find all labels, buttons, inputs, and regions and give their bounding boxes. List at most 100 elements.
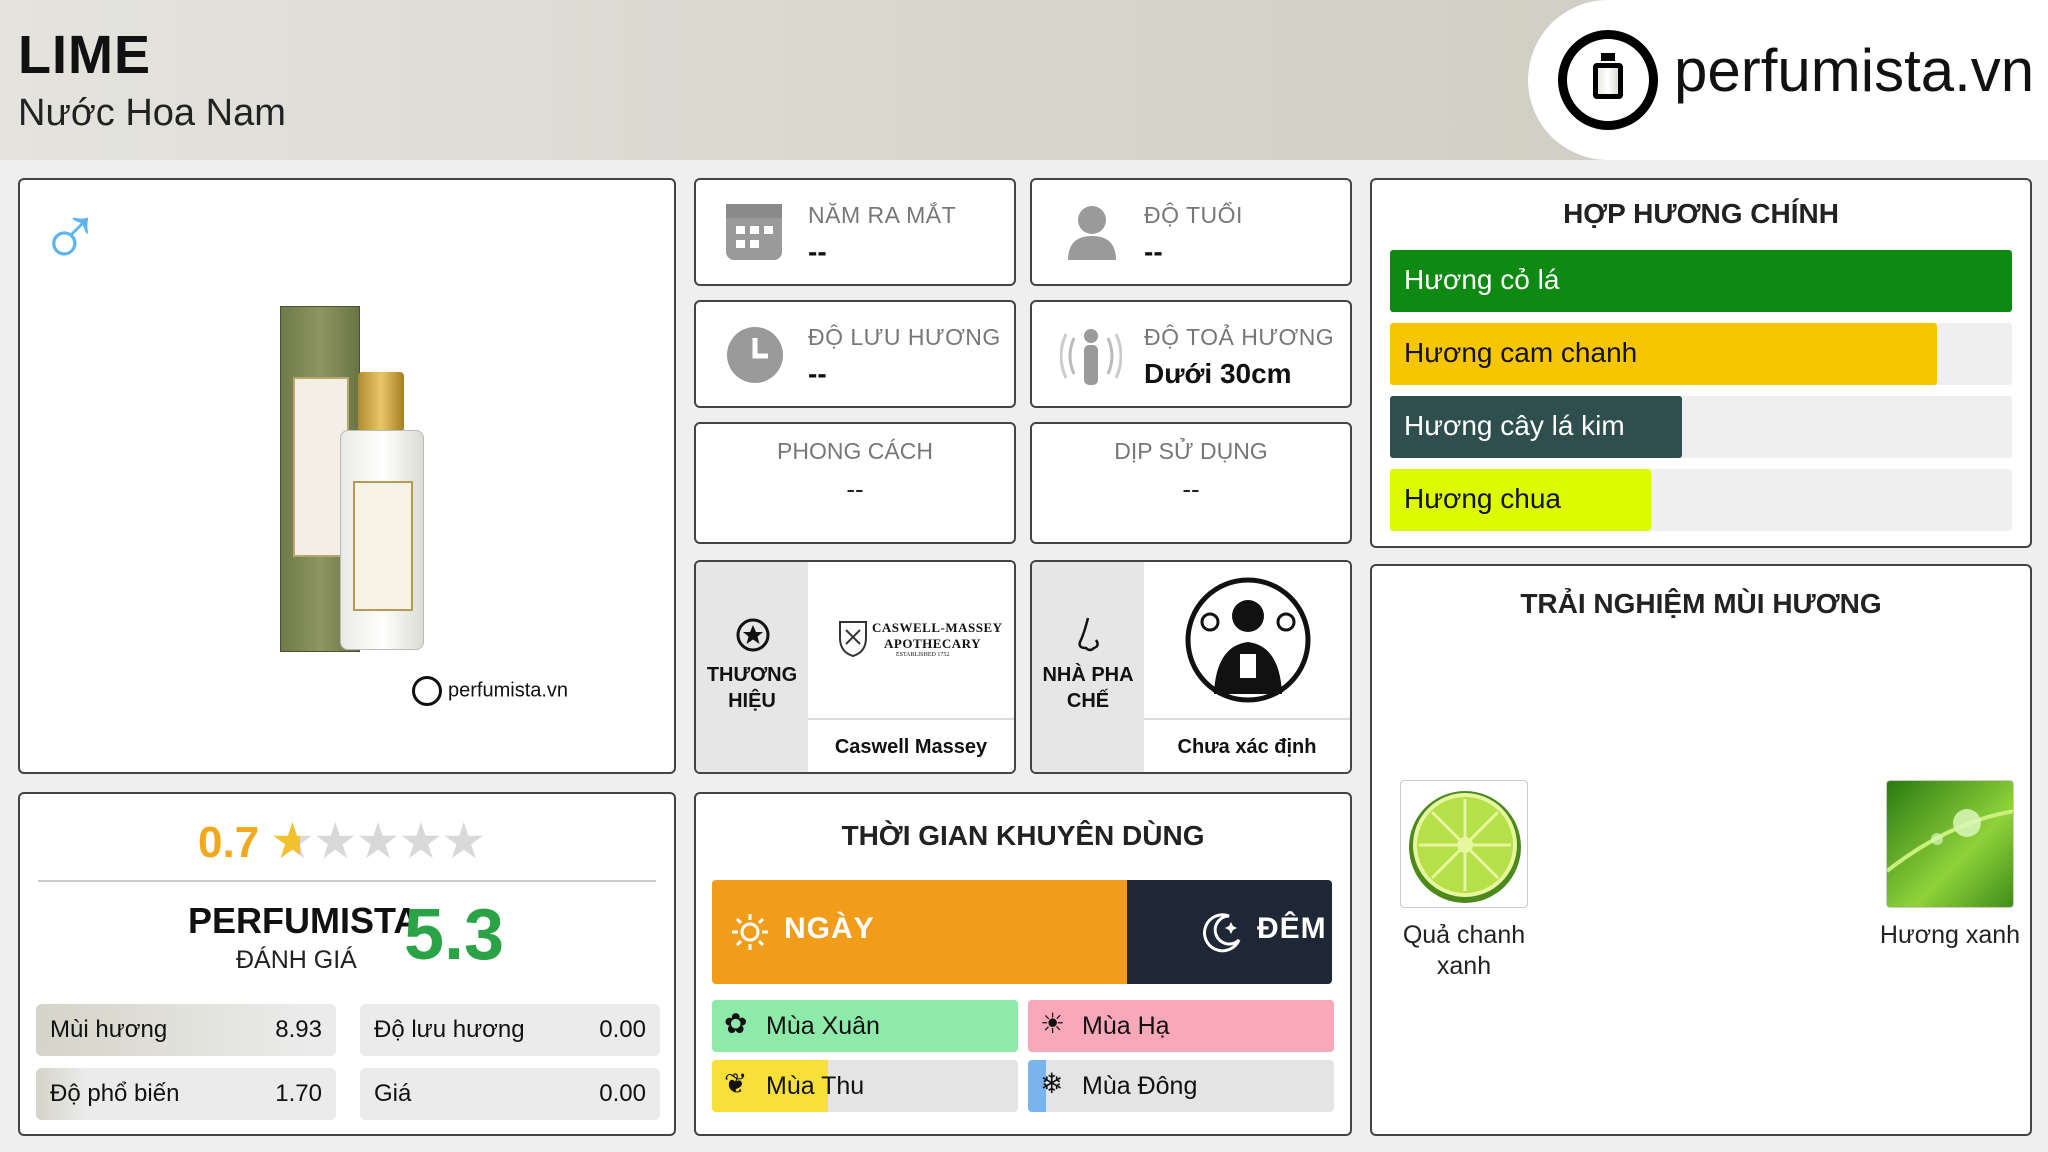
green-leaf-image[interactable]: [1886, 780, 2014, 908]
rating-metric-value: 0.00: [599, 1016, 646, 1043]
watermark-logo-icon: [412, 676, 442, 706]
sillage-label: ĐỘ TOẢ HƯƠNG: [1144, 324, 1335, 350]
scent-experience-card: TRẢI NGHIỆM MÙI HƯƠNG Quả chanh xanh Hươ…: [1370, 564, 2032, 1136]
rating-metric-value: 0.00: [599, 1080, 646, 1107]
star-icon[interactable]: ★: [356, 813, 401, 869]
moon-icon: [1199, 910, 1243, 954]
accords-title: HỢP HƯƠNG CHÍNH: [1563, 198, 1839, 229]
product-title: LIME: [18, 25, 151, 85]
rating-metric-value: 1.70: [275, 1080, 322, 1107]
accord-bar: Hương chua: [1390, 469, 2012, 531]
season-bar: ✿ Mùa Xuân: [712, 1000, 1018, 1052]
brand-crest-icon: [836, 618, 870, 658]
brand-logo-line1: CASWELL-MASSEY: [872, 620, 1003, 635]
launch-year-label: NĂM RA MẮT: [808, 202, 957, 228]
sun-icon: [730, 912, 770, 952]
season-bar-fill: [1028, 1000, 1334, 1052]
day-segment: NGÀY: [712, 880, 1127, 984]
rating-metric: Mùi hương 8.93: [36, 1004, 336, 1056]
age-value: --: [1144, 236, 1163, 267]
brand-label: THƯƠNG HIỆU: [696, 662, 808, 714]
season-bar: ☀ Mùa Hạ: [1028, 1000, 1334, 1052]
brand-logo-line3: ESTABLISHED 1752: [896, 652, 950, 658]
bottle-image: [340, 430, 424, 650]
brand-name[interactable]: Caswell Massey: [808, 718, 1014, 772]
occasion-value: --: [1182, 474, 1200, 504]
launch-year-value: --: [808, 236, 827, 267]
site-logo[interactable]: perfumista.vn: [1528, 0, 2048, 160]
perfumer-label: NHÀ PHA CHẾ: [1032, 662, 1144, 714]
brand-label-line1: THƯƠNG: [706, 664, 798, 686]
user-rating-score: 0.7: [198, 818, 260, 867]
night-segment: ĐÊM: [1127, 880, 1332, 984]
rating-metric-name: Mùi hương: [50, 1016, 168, 1043]
time-title: THỜI GIAN KHUYÊN DÙNG: [841, 820, 1205, 851]
lime-label-line1: Quả chanh: [1402, 921, 1526, 949]
snowflake-icon: ❄: [1040, 1068, 1064, 1099]
rating-metric-value: 8.93: [275, 1016, 322, 1043]
recommended-time-card: THỜI GIAN KHUYÊN DÙNG NGÀY ĐÊM ✿ Mùa Xuân…: [694, 792, 1352, 1136]
sillage-value: Dưới 30cm: [1144, 358, 1292, 389]
brand-logo-image: CASWELL-MASSEY APOTHECARY ESTABLISHED 17…: [808, 562, 1014, 720]
day-label: NGÀY: [784, 912, 875, 945]
season-bar: ❦ Mùa Thu: [712, 1060, 1018, 1112]
person-icon: [1064, 202, 1120, 262]
age-tile: ĐỘ TUỔI --: [1030, 178, 1352, 286]
experience-title: TRẢI NGHIỆM MÙI HƯƠNG: [1520, 588, 1882, 619]
star-icon[interactable]: ★: [270, 813, 315, 869]
calendar-icon: [726, 204, 782, 260]
rating-metric-name: Độ lưu hương: [374, 1016, 525, 1043]
header-bar: LIME Nước Hoa Nam perfumista.vn: [0, 0, 2048, 160]
perfumer-label-line1: NHÀ PHA: [1042, 664, 1134, 686]
perfumer-name[interactable]: Chưa xác định: [1144, 718, 1350, 772]
main-accords-card: HỢP HƯƠNG CHÍNH Hương cỏ lá Hương cam cha…: [1370, 178, 2032, 548]
watermark-text: perfumista.vn: [448, 679, 569, 702]
longevity-value: --: [808, 358, 827, 389]
sillage-person-icon: [1059, 322, 1123, 388]
brand-logo-line2: APOTHECARY: [884, 636, 981, 651]
rating-card: 0.7 ★★★★★ PERFUMISTA ĐÁNH GIÁ 5.3 Mùi hư…: [18, 792, 676, 1136]
brand-tile[interactable]: THƯƠNG HIỆU CASWELL-MASSEY APOTHECARY ES…: [694, 560, 1016, 774]
style-label: PHONG CÁCH: [777, 438, 933, 464]
day-night-bar: NGÀY ĐÊM: [712, 880, 1332, 984]
launch-year-tile: NĂM RA MẮT --: [694, 178, 1016, 286]
star-icon[interactable]: ★: [441, 813, 486, 869]
rating-metric-name: Giá: [374, 1080, 412, 1107]
perfumista-score: 5.3: [404, 895, 505, 975]
perfumer-label-line2: CHẾ: [1066, 690, 1110, 712]
male-gender-icon: ♂: [38, 189, 103, 285]
style-value: --: [846, 474, 864, 504]
perfumer-tile[interactable]: NHÀ PHA CHẾ Chưa xác định: [1030, 560, 1352, 774]
rating-metric: Giá 0.00: [360, 1068, 660, 1120]
night-label: ĐÊM: [1257, 912, 1327, 945]
occasion-label: DỊP SỬ DỤNG: [1114, 438, 1268, 464]
perfume-bottle-logo-icon: [1558, 30, 1658, 130]
lime-image[interactable]: [1400, 780, 1528, 908]
accord-bar: Hương cây lá kim: [1390, 396, 2012, 458]
longevity-tile: ĐỘ LƯU HƯƠNG --: [694, 300, 1016, 408]
accord-label: Hương chua: [1404, 483, 1561, 514]
occasion-tile: DỊP SỬ DỤNG --: [1030, 422, 1352, 544]
accord-bar: Hương cam chanh: [1390, 323, 2012, 385]
sillage-tile: ĐỘ TOẢ HƯƠNG Dưới 30cm: [1030, 300, 1352, 408]
lime-label: Quả chanh xanh: [1384, 920, 1544, 983]
image-watermark: perfumista.vn: [412, 676, 568, 706]
clock-icon: [726, 326, 784, 384]
accord-label: Hương cam chanh: [1404, 337, 1638, 368]
product-subtitle: Nước Hoa Nam: [18, 92, 286, 134]
season-label: Mùa Thu: [766, 1072, 865, 1100]
product-image-card: ♂ perfumista.vn: [18, 178, 676, 774]
star-badge-icon: [736, 618, 770, 652]
sun-icon: ☀: [1040, 1008, 1066, 1039]
star-icon[interactable]: ★: [313, 813, 358, 869]
bottle-cap-image: [358, 372, 404, 432]
rating-metric-name: Độ phổ biến: [50, 1080, 180, 1107]
perfumista-label: PERFUMISTA: [188, 900, 420, 941]
star-icon[interactable]: ★: [398, 813, 443, 869]
rating-divider: [38, 880, 656, 882]
brand-label-line2: HIỆU: [728, 690, 776, 712]
perfumer-avatar-icon: [1184, 576, 1312, 704]
star-rating[interactable]: ★★★★★: [270, 812, 486, 870]
style-tile: PHONG CÁCH --: [694, 422, 1016, 544]
nose-icon: [1074, 616, 1104, 656]
